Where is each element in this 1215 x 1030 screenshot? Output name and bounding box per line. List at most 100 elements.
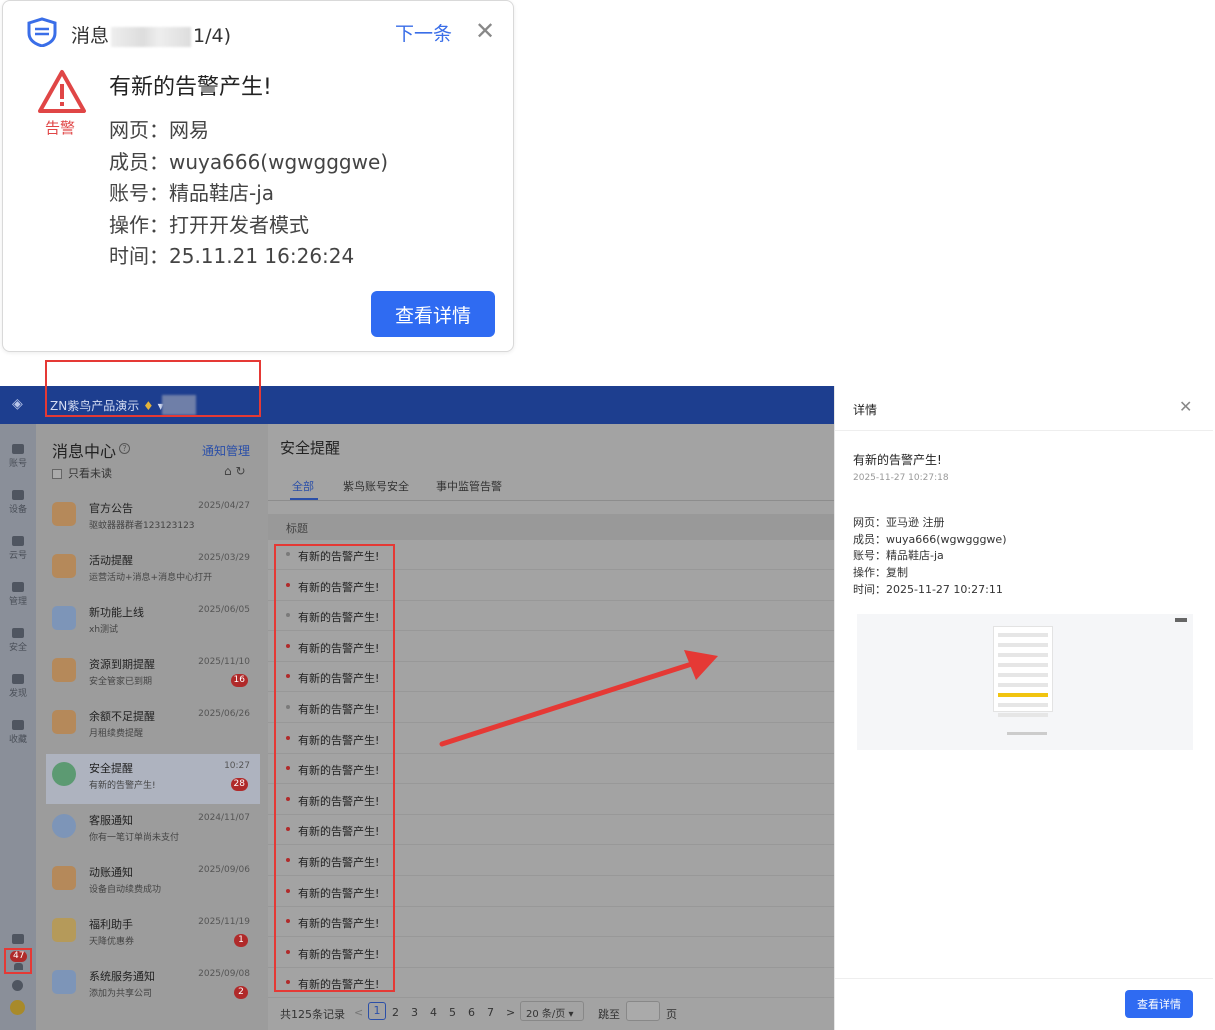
next-message-button[interactable]: 下一条 bbox=[395, 19, 452, 46]
close-icon[interactable]: ✕ bbox=[1179, 397, 1192, 416]
tab-all[interactable]: 全部 bbox=[292, 478, 314, 494]
detail-line-action: 操作：打开开发者模式 bbox=[109, 212, 309, 237]
shield-icon bbox=[12, 628, 24, 638]
page-size-select[interactable]: 20 条/页 ▾ bbox=[520, 1001, 584, 1021]
tab-account-security[interactable]: 紫鸟账号安全 bbox=[343, 478, 409, 494]
page-4[interactable]: 4 bbox=[430, 1006, 437, 1019]
unread-badge: 28 bbox=[230, 778, 248, 791]
detail-line-action: 操作：复制 bbox=[853, 566, 908, 580]
nav-item-discover[interactable]: 发现 bbox=[0, 674, 36, 699]
page-suffix: 页 bbox=[666, 1008, 677, 1021]
message-category-item[interactable]: 客服通知 2024/11/07 你有一笔订单尚未支付 bbox=[46, 806, 260, 856]
page-2[interactable]: 2 bbox=[392, 1006, 399, 1019]
unread-only-checkbox[interactable]: 只看未读 bbox=[52, 465, 112, 481]
redacted-text bbox=[111, 26, 192, 47]
nav-item-tools[interactable] bbox=[0, 934, 36, 946]
wallet-icon bbox=[52, 710, 76, 734]
gift-icon bbox=[52, 554, 76, 578]
avatar[interactable] bbox=[10, 1000, 25, 1015]
panel-tools: ⌂ ↻ bbox=[224, 464, 246, 478]
left-nav: 账号 设备 云号 管理 安全 发现 收藏 47 bbox=[0, 424, 36, 1030]
detail-drawer: 详情 ✕ 有新的告警产生! 2025-11-27 10:27:18 网页：亚马逊… bbox=[834, 386, 1213, 1030]
monitor-icon bbox=[12, 582, 24, 592]
jump-page-input[interactable] bbox=[626, 1001, 660, 1021]
detail-line-web: 网页：网易 bbox=[109, 118, 209, 142]
app-logo-icon bbox=[27, 17, 57, 47]
content-title: 安全提醒 bbox=[280, 439, 341, 457]
nav-item-cloud[interactable]: 云号 bbox=[0, 536, 36, 561]
page-1[interactable]: 1 bbox=[368, 1002, 386, 1020]
unread-badge: 16 bbox=[230, 674, 248, 687]
nav-item-manage[interactable]: 管理 bbox=[0, 582, 36, 607]
pagination: 共125条记录 < 1 2 3 4 5 6 7 > 20 条/页 ▾ 跳至 页 bbox=[268, 996, 834, 1030]
message-category-item[interactable]: 资源到期提醒 2025/11/10 安全管家已到期 16 bbox=[46, 650, 260, 700]
next-page-button[interactable]: > bbox=[506, 1006, 515, 1019]
page-5[interactable]: 5 bbox=[449, 1006, 456, 1019]
cube-icon bbox=[52, 606, 76, 630]
detail-line-time: 时间：25.11.21 16:26:24 bbox=[109, 244, 355, 268]
message-category-item[interactable]: 官方公告 2025/04/27 驱蚊器器群者123123123 bbox=[46, 494, 260, 544]
message-category-item[interactable]: 新功能上线 2025/06/05 xh测试 bbox=[46, 598, 260, 648]
popup-headline: 有新的告警产生! bbox=[109, 75, 272, 100]
shield-check-icon bbox=[52, 762, 76, 786]
server-icon bbox=[12, 490, 24, 500]
popup-title: 消息 1/4) bbox=[71, 25, 232, 47]
checkbox-box bbox=[52, 469, 62, 479]
view-details-button[interactable]: 查看详情 bbox=[371, 291, 495, 337]
red-arrow-annotation bbox=[439, 650, 718, 747]
detail-line-account: 账号：精品鞋店-ja bbox=[853, 549, 944, 563]
notification-bell[interactable]: 47 bbox=[4, 948, 32, 974]
thumbnail-footer bbox=[1007, 732, 1047, 735]
signpost-icon bbox=[12, 934, 24, 944]
message-category-item[interactable]: 活动提醒 2025/03/29 运营活动+消息+消息中心打开 bbox=[46, 546, 260, 596]
nav-item-device[interactable]: 设备 bbox=[0, 490, 36, 515]
detail-line-member: 成员：wuya666(wgwgggwe) bbox=[109, 149, 389, 174]
message-category-item[interactable]: 余额不足提醒 2025/06/26 月租续费提醒 bbox=[46, 702, 260, 752]
nav-item-favorites[interactable]: 收藏 bbox=[0, 720, 36, 745]
alarm-clock-icon bbox=[52, 658, 76, 682]
message-center-panel: 消息中心 ? 通知管理 只看未读 ⌂ ↻ 官方公告 2025/04/27 驱蚊器器群… bbox=[36, 424, 268, 1030]
prev-page-button[interactable]: < bbox=[354, 1006, 363, 1019]
headset-icon bbox=[52, 814, 76, 838]
message-category-item[interactable]: 福利助手 2025/11/19 天降优惠券 1 bbox=[46, 910, 260, 960]
page-6[interactable]: 6 bbox=[468, 1006, 475, 1019]
store-icon bbox=[12, 444, 24, 454]
refresh-icon[interactable]: ↻ bbox=[235, 464, 245, 478]
table-header: 标题 bbox=[268, 514, 834, 540]
coupon-icon bbox=[52, 918, 76, 942]
alert-label: 告警 bbox=[45, 119, 76, 137]
mail-icon bbox=[52, 970, 76, 994]
cloud-icon bbox=[12, 536, 24, 546]
page-3[interactable]: 3 bbox=[411, 1006, 418, 1019]
page-7[interactable]: 7 bbox=[487, 1006, 494, 1019]
close-icon[interactable]: ✕ bbox=[475, 17, 495, 45]
nav-item-security[interactable]: 安全 bbox=[0, 628, 36, 653]
message-category-item[interactable]: 动账通知 2025/09/06 设备自动续费成功 bbox=[46, 858, 260, 908]
drawer-title: 详情 bbox=[853, 403, 878, 417]
evidence-screenshot-thumbnail[interactable] bbox=[857, 614, 1193, 750]
tab-supervision-alerts[interactable]: 事中监管告警 bbox=[436, 478, 502, 494]
message-center-title: 消息中心 bbox=[52, 442, 117, 461]
jump-label: 跳至 bbox=[598, 1008, 620, 1021]
compass-icon bbox=[12, 674, 24, 684]
detail-line-web: 网页：亚马逊 注册 bbox=[853, 516, 945, 529]
tabs-divider bbox=[268, 500, 834, 501]
nav-item-account[interactable]: 账号 bbox=[0, 444, 36, 469]
settings-gear-icon[interactable] bbox=[12, 980, 23, 991]
warning-triangle-icon bbox=[38, 70, 86, 113]
chevron-down-icon: ▾ bbox=[568, 1009, 574, 1020]
help-icon[interactable]: ? bbox=[119, 443, 130, 454]
star-icon bbox=[12, 720, 24, 730]
message-category-item[interactable]: 系统服务通知 2025/09/08 添加为共享公司 2 bbox=[46, 962, 260, 1012]
message-category-item-security[interactable]: 安全提醒 10:27 有新的告警产生! 28 bbox=[46, 754, 260, 804]
unread-badge: 2 bbox=[234, 986, 248, 999]
notification-manage-link[interactable]: 通知管理 bbox=[202, 442, 250, 459]
notification-count-badge: 47 bbox=[10, 951, 28, 962]
total-records: 共125条记录 bbox=[280, 1008, 345, 1021]
broom-icon[interactable]: ⌂ bbox=[224, 464, 232, 478]
notification-popup: 消息 1/4) 下一条 ✕ 告警 有新的告警产生! 网页：网易 成员：wuya66… bbox=[2, 0, 514, 352]
view-details-button[interactable]: 查看详情 bbox=[1125, 990, 1193, 1018]
thumbnail-tag bbox=[1175, 618, 1187, 622]
detail-line-time: 时间：2025-11-27 10:27:11 bbox=[853, 582, 1003, 596]
highlight-security-category bbox=[45, 360, 261, 417]
